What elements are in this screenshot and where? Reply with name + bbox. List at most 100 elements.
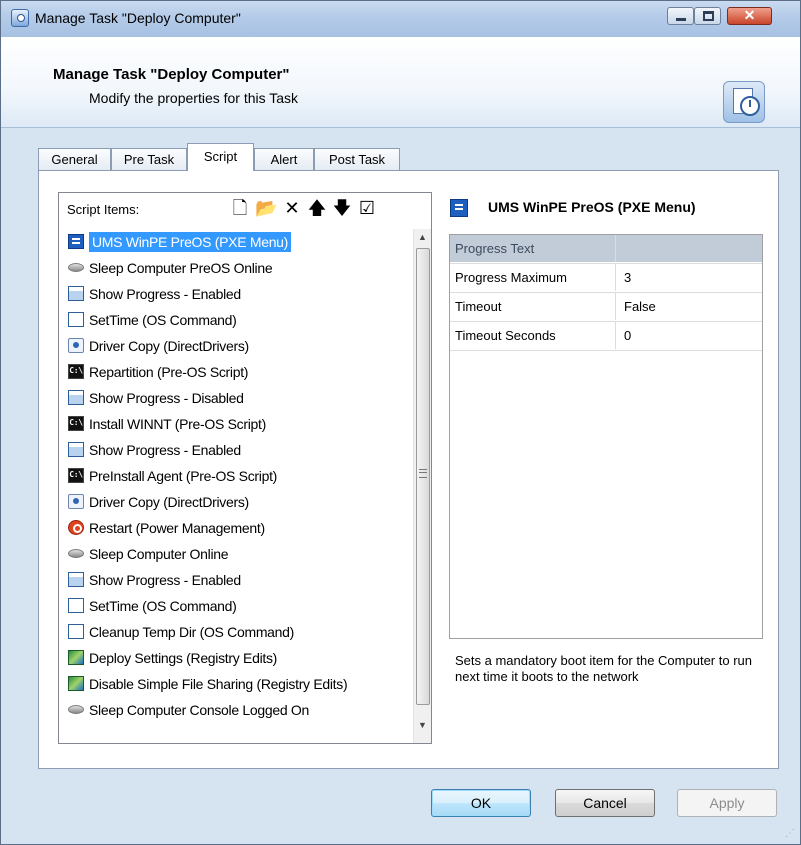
script-item-label: Sleep Computer Console Logged On bbox=[89, 702, 309, 718]
script-item[interactable]: Sleep Computer Online bbox=[59, 541, 409, 567]
script-item-label: Show Progress - Enabled bbox=[89, 286, 241, 302]
property-value[interactable] bbox=[616, 235, 762, 262]
tab-alert[interactable]: Alert bbox=[254, 148, 314, 170]
pxe-icon bbox=[68, 234, 84, 249]
script-item[interactable]: SetTime (OS Command) bbox=[59, 593, 409, 619]
header-subtitle: Modify the properties for this Task bbox=[89, 90, 299, 106]
task-clock-icon bbox=[723, 81, 765, 123]
script-item[interactable]: Cleanup Temp Dir (OS Command) bbox=[59, 619, 409, 645]
cmd-icon: C:\ bbox=[68, 416, 84, 431]
script-item[interactable]: Sleep Computer Console Logged On bbox=[59, 697, 409, 723]
restart-icon bbox=[68, 520, 84, 535]
script-item-label: SetTime (OS Command) bbox=[89, 312, 237, 328]
script-item[interactable]: Show Progress - Disabled bbox=[59, 385, 409, 411]
script-item[interactable]: Sleep Computer PreOS Online bbox=[59, 255, 409, 281]
property-value[interactable]: False bbox=[616, 293, 762, 320]
script-item-label: Show Progress - Disabled bbox=[89, 390, 244, 406]
properties-icon[interactable]: ☑ bbox=[356, 197, 378, 219]
driver-icon bbox=[68, 494, 84, 509]
open-folder-icon[interactable]: 📂 bbox=[255, 197, 277, 219]
property-grid[interactable]: Progress Text Progress Maximum 3 Timeout… bbox=[449, 234, 763, 639]
script-items-list[interactable]: Script Items: 🗋 📂 ✕ 🡅 🡇 ☑ UMS WinPE PreO… bbox=[58, 192, 432, 744]
close-icon: ✕ bbox=[743, 7, 756, 23]
cmd-icon: C:\ bbox=[68, 468, 84, 483]
script-item[interactable]: Driver Copy (DirectDrivers) bbox=[59, 333, 409, 359]
property-row[interactable]: Progress Maximum 3 bbox=[450, 264, 762, 293]
cancel-button[interactable]: Cancel bbox=[555, 789, 655, 817]
maximize-button[interactable] bbox=[694, 7, 721, 25]
new-document-icon[interactable]: 🗋 bbox=[229, 197, 251, 219]
script-item[interactable]: UMS WinPE PreOS (PXE Menu) bbox=[59, 229, 409, 255]
close-button[interactable]: ✕ bbox=[727, 7, 772, 25]
progress-icon bbox=[68, 390, 84, 405]
script-items-label: Script Items: bbox=[67, 202, 140, 217]
property-description: Sets a mandatory boot item for the Compu… bbox=[455, 653, 752, 684]
title-bar[interactable]: Manage Task "Deploy Computer" ✕ bbox=[1, 1, 800, 37]
script-item-label: Sleep Computer Online bbox=[89, 546, 229, 562]
tab-post-task[interactable]: Post Task bbox=[314, 148, 400, 170]
script-item[interactable]: Restart (Power Management) bbox=[59, 515, 409, 541]
script-item[interactable]: Driver Copy (DirectDrivers) bbox=[59, 489, 409, 515]
property-name: Progress Text bbox=[450, 235, 616, 262]
maximize-icon bbox=[703, 11, 714, 21]
tab-general[interactable]: General bbox=[38, 148, 111, 170]
settime-icon bbox=[68, 312, 84, 327]
scroll-up-icon[interactable]: ▲ bbox=[414, 229, 431, 246]
registry-icon bbox=[68, 676, 84, 691]
property-name: Timeout bbox=[450, 293, 616, 320]
dialog-header: Manage Task "Deploy Computer" Modify the… bbox=[1, 37, 800, 128]
progress-icon bbox=[68, 286, 84, 301]
property-name: Timeout Seconds bbox=[450, 322, 616, 349]
script-item-label: UMS WinPE PreOS (PXE Menu) bbox=[89, 232, 292, 252]
apply-button[interactable]: Apply bbox=[677, 789, 777, 817]
property-row[interactable]: Progress Text bbox=[450, 235, 762, 264]
header-title: Manage Task "Deploy Computer" bbox=[53, 66, 290, 83]
window-title: Manage Task "Deploy Computer" bbox=[35, 10, 241, 26]
script-item[interactable]: Disable Simple File Sharing (Registry Ed… bbox=[59, 671, 409, 697]
script-item-label: SetTime (OS Command) bbox=[89, 598, 237, 614]
script-item-label: Deploy Settings (Registry Edits) bbox=[89, 650, 278, 666]
move-down-icon[interactable]: 🡇 bbox=[331, 197, 353, 219]
scroll-down-icon[interactable]: ▼ bbox=[414, 717, 431, 734]
scrollbar-thumb[interactable] bbox=[416, 248, 430, 705]
settime-icon bbox=[68, 624, 84, 639]
script-item-label: Show Progress - Enabled bbox=[89, 442, 241, 458]
grip-icon bbox=[419, 469, 427, 478]
script-item-label: Driver Copy (DirectDrivers) bbox=[89, 338, 249, 354]
properties-title: UMS WinPE PreOS (PXE Menu) bbox=[488, 199, 696, 215]
minimize-icon bbox=[676, 18, 686, 21]
script-item-label: Install WINNT (Pre-OS Script) bbox=[89, 416, 266, 432]
script-item-label: Restart (Power Management) bbox=[89, 520, 265, 536]
registry-icon bbox=[68, 650, 84, 665]
script-items-rows: UMS WinPE PreOS (PXE Menu) Sleep Computer… bbox=[59, 229, 409, 723]
script-item[interactable]: Show Progress - Enabled bbox=[59, 437, 409, 463]
property-value[interactable]: 3 bbox=[616, 264, 762, 291]
delete-icon[interactable]: ✕ bbox=[281, 197, 303, 219]
property-value[interactable]: 0 bbox=[616, 322, 762, 349]
progress-icon bbox=[68, 572, 84, 587]
tab-pre-task[interactable]: Pre Task bbox=[111, 148, 187, 170]
script-item[interactable]: C:\ Repartition (Pre-OS Script) bbox=[59, 359, 409, 385]
sleep-icon bbox=[68, 705, 84, 714]
vertical-scrollbar[interactable]: ▲ ▼ bbox=[413, 229, 431, 743]
resize-grip-icon[interactable]: ⋰ bbox=[785, 828, 797, 840]
script-item-label: Cleanup Temp Dir (OS Command) bbox=[89, 624, 295, 640]
script-item[interactable]: C:\ Install WINNT (Pre-OS Script) bbox=[59, 411, 409, 437]
pxe-menu-icon bbox=[450, 199, 468, 217]
script-item[interactable]: Show Progress - Enabled bbox=[59, 281, 409, 307]
script-item[interactable]: SetTime (OS Command) bbox=[59, 307, 409, 333]
ok-button[interactable]: OK bbox=[431, 789, 531, 817]
script-items-toolbar: Script Items: 🗋 📂 ✕ 🡅 🡇 ☑ bbox=[59, 193, 431, 223]
minimize-button[interactable] bbox=[667, 7, 694, 25]
settime-icon bbox=[68, 598, 84, 613]
move-up-icon[interactable]: 🡅 bbox=[306, 197, 328, 219]
script-item[interactable]: Show Progress - Enabled bbox=[59, 567, 409, 593]
script-item-label: Repartition (Pre-OS Script) bbox=[89, 364, 249, 380]
script-item[interactable]: C:\ PreInstall Agent (Pre-OS Script) bbox=[59, 463, 409, 489]
tab-script[interactable]: Script bbox=[187, 143, 254, 171]
sleep-icon bbox=[68, 263, 84, 272]
app-icon bbox=[11, 9, 29, 27]
property-row[interactable]: Timeout Seconds 0 bbox=[450, 322, 762, 351]
script-item[interactable]: Deploy Settings (Registry Edits) bbox=[59, 645, 409, 671]
property-row[interactable]: Timeout False bbox=[450, 293, 762, 322]
